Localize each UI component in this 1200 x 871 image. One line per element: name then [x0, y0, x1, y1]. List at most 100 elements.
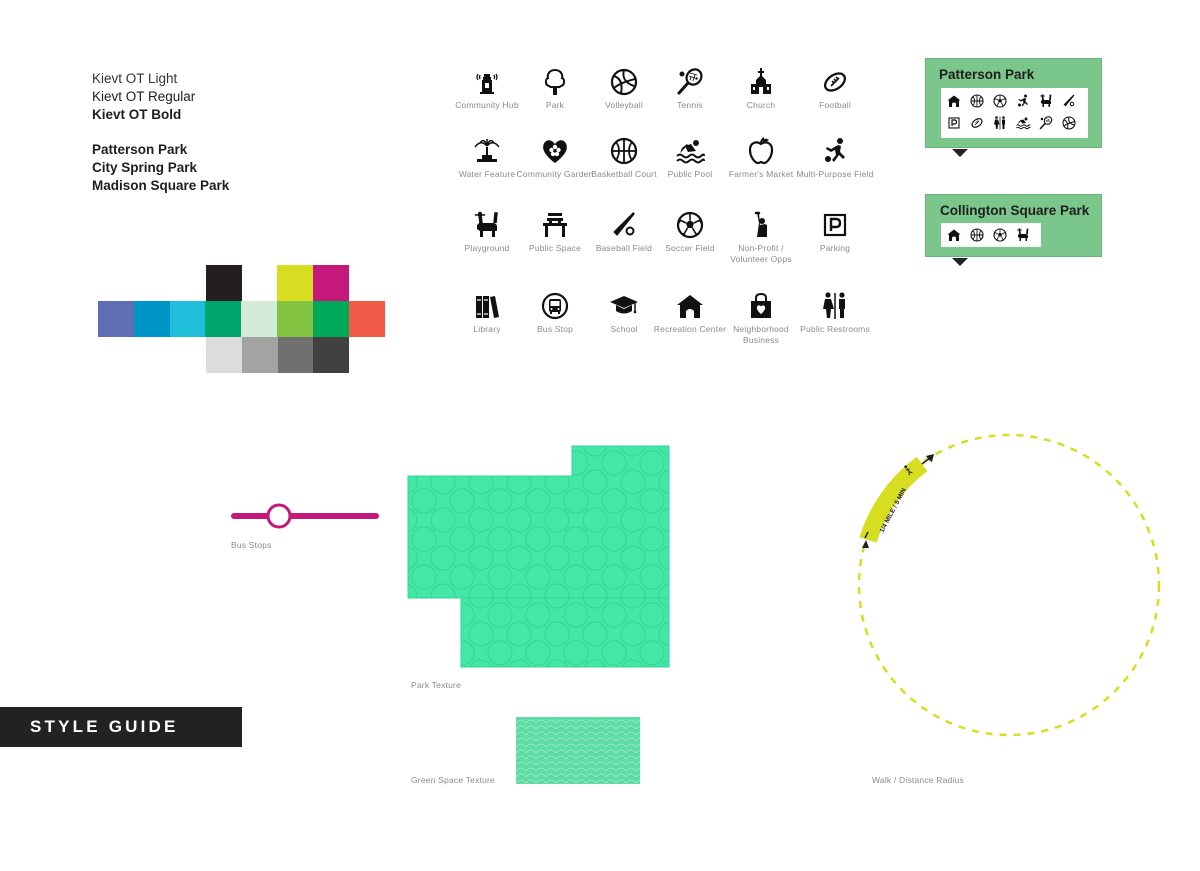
bus-stop-symbol [231, 503, 379, 529]
baseball-field-icon [613, 212, 635, 236]
callout-title: Collington Square Park [940, 203, 1090, 218]
icon-label: Park [545, 100, 565, 110]
park-icon [544, 68, 566, 95]
playground-icon [1015, 227, 1031, 243]
icon-cell: Public Pool [650, 135, 730, 180]
icon-cell: Recreation Center [650, 290, 730, 335]
school-icon [610, 296, 638, 314]
public-pool-icon [676, 140, 705, 164]
color-swatch [277, 265, 313, 301]
color-swatch [277, 337, 314, 373]
multi-purpose-field-icon [1015, 93, 1031, 109]
public-space-icon [543, 213, 567, 237]
color-swatch [206, 337, 242, 373]
icon-label: Recreation Center [653, 324, 727, 334]
color-swatch [277, 301, 313, 337]
walk-radius-label: Walk / Distance Radius [872, 775, 964, 785]
color-swatch [348, 301, 385, 337]
patterson-park-callout: Patterson Park [925, 58, 1102, 148]
community-garden-icon [543, 140, 567, 163]
basketball-court-icon [610, 137, 638, 165]
icon-cell: Public Restrooms [795, 290, 875, 335]
volleyball-icon [610, 68, 638, 96]
football-icon [823, 72, 847, 92]
icon-label: Football [819, 100, 851, 110]
icon-label: Public Pool [667, 169, 713, 179]
basketball-icon [969, 93, 985, 109]
library-icon [476, 296, 499, 318]
parking-icon [946, 115, 962, 131]
volleyball-icon [1061, 115, 1077, 131]
icon-cell: Tennis [650, 66, 730, 111]
icon-label: Public Restrooms [800, 324, 870, 334]
callout-icon-panel [941, 223, 1041, 247]
playground-icon [1038, 93, 1054, 109]
callout-pointer [952, 258, 968, 266]
restrooms-icon [992, 115, 1008, 131]
green-space-texture-swatch [516, 717, 640, 784]
recreation-center-icon [946, 93, 962, 109]
icon-label: Farmer's Market [728, 169, 794, 179]
color-swatch [241, 301, 278, 337]
icon-label: Church [746, 100, 776, 110]
icon-label: Multi-Purpose Field [796, 169, 874, 179]
pool-icon [1015, 115, 1031, 131]
font-bold-sample: Kievt OT Bold [92, 107, 182, 122]
callout-pointer [952, 149, 968, 157]
park-name: Patterson Park [92, 142, 188, 157]
color-swatch [206, 265, 242, 301]
water-feature-icon [474, 139, 500, 162]
arrow-icon [862, 540, 869, 548]
icon-label: Community Garden [516, 169, 594, 179]
icon-label: Soccer Field [665, 243, 715, 253]
park-name: City Spring Park [92, 160, 198, 175]
icon-label: Public Space [528, 243, 581, 253]
football-icon [969, 115, 985, 131]
church-icon [751, 68, 771, 94]
icon-cell: Public Space [515, 209, 595, 254]
color-swatch [169, 301, 206, 337]
icon-cell: Community Garden [515, 135, 595, 180]
icon-cell: Soccer Field [650, 209, 730, 254]
park-name: Madison Square Park [92, 178, 230, 193]
color-swatch [241, 337, 278, 373]
basketball-icon [969, 227, 985, 243]
park-texture-swatch [407, 445, 670, 668]
callout-icon-panel [941, 88, 1088, 138]
soccer-field-icon [676, 211, 704, 239]
public-restrooms-icon [823, 292, 845, 319]
walk-radius-diagram: 1/4 MILE / 5 MIN [857, 433, 1161, 737]
icon-cell: Non-Profit / Volunteer Opps [721, 209, 801, 264]
icon-cell: Bus Stop [515, 290, 595, 335]
neighborhood-business-icon [751, 292, 771, 318]
font-light-sample: Kievt OT Light [92, 71, 178, 86]
park-texture-label: Park Texture [411, 680, 461, 690]
icon-label: Bus Stop [536, 324, 574, 334]
tennis-icon [677, 68, 703, 95]
bus-stop-marker [266, 503, 292, 529]
callout-title: Patterson Park [939, 67, 1035, 82]
farmers-market-icon [748, 137, 774, 165]
green-space-texture-label: Green Space Texture [411, 775, 495, 785]
community-hub-icon [476, 73, 498, 94]
icon-cell: Parking [795, 209, 875, 254]
non-profit-icon [754, 211, 767, 237]
soccer-icon [992, 227, 1008, 243]
color-swatch [133, 301, 170, 337]
color-swatch [313, 265, 349, 301]
style-guide-badge: STYLE GUIDE [0, 707, 242, 747]
park-name-samples: Patterson Park City Spring Park Madison … [92, 141, 229, 195]
soccer-icon [992, 93, 1008, 109]
color-swatch [98, 301, 134, 337]
playground-icon [475, 211, 498, 237]
icon-label: Tennis [677, 100, 703, 110]
icon-label: Neighborhood Business [733, 324, 789, 345]
icon-cell: Park [515, 66, 595, 111]
tennis-icon [1038, 115, 1054, 131]
icon-label: Parking [819, 243, 851, 253]
icon-label: Non-Profit / Volunteer Opps [730, 243, 792, 264]
collington-square-park-callout: Collington Square Park [925, 194, 1102, 257]
icon-cell: Church [721, 66, 801, 111]
multi-purpose-field-icon [825, 138, 845, 162]
icon-cell: Football [795, 66, 875, 111]
